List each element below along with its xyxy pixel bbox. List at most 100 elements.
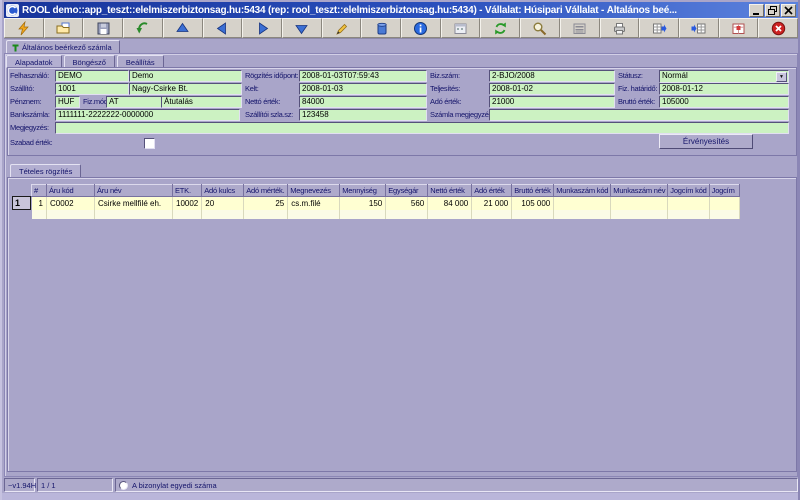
trash-icon [374,21,389,36]
status-dropdown[interactable]: Normál ▼ [659,70,789,83]
col-netto-ertek[interactable]: Nettó érték [428,185,472,197]
form-icon [12,44,19,52]
window-title: ROOL demo::app_teszt::elelmiszerbiztonsa… [22,5,748,16]
cell-munkaszam-nev [611,197,668,210]
tax-value-field[interactable]: 21000 [489,96,615,108]
tab-teteles-rogzites[interactable]: Tételes rögzítés [10,164,81,178]
toolbar-button-print[interactable] [600,18,640,38]
status-message-cell: A bizonylat egyedi száma [115,478,798,492]
due-date-field[interactable]: 2008-01-12 [659,83,789,95]
currency-label: Pénznem: [10,96,41,108]
supplier-invoice-no-field[interactable]: 123458 [299,109,427,121]
col-etk[interactable]: ETK. [173,185,202,197]
toolbar-button-save[interactable] [83,18,123,38]
validate-button[interactable]: Érvényesítés [659,134,753,149]
minimize-button[interactable] [749,4,764,17]
supplier-label: Szállító: [10,83,34,95]
col-munkaszam-nev[interactable]: Munkaszám név [611,185,668,197]
toolbar-button-edit[interactable] [322,18,362,38]
user-name-field[interactable]: Demo [129,70,242,82]
arrow-left-icon [215,21,230,36]
toolbar-button-refresh[interactable] [480,18,520,38]
cell-brutto-ertek: 105 000 [512,197,554,210]
invoice-comment-field[interactable] [489,109,789,121]
net-value-field[interactable]: 84000 [299,96,427,108]
toolbar-button-import-table[interactable] [679,18,719,38]
col-munkaszam-kod[interactable]: Munkaszám kód [554,185,611,197]
toolbar-button-stop[interactable] [758,18,798,38]
unique-number-radio[interactable] [119,481,128,490]
col-aru-kod[interactable]: Áru kód [47,185,95,197]
close-window-button[interactable] [781,4,796,17]
supplier-invoice-no-label: Szállítói szla.sz: [245,109,293,121]
col-ado-kulcs[interactable]: Adó kulcs [202,185,244,197]
items-table: # Áru kód Áru név ETK. Adó kulcs Adó mér… [31,184,740,219]
payment-mode-code-field[interactable]: AT [106,96,162,108]
version-text: ~v1.94H [4,478,35,492]
status-label: Státusz: [618,70,643,82]
table-update-icon [731,21,746,36]
col-aru-nev[interactable]: Áru név [95,185,173,197]
col-ado-ertek[interactable]: Adó érték [472,185,512,197]
toolbar-button-calendar[interactable] [441,18,481,38]
tax-value-label: Adó érték: [430,96,461,108]
row-header[interactable]: 1 [12,196,31,210]
user-code-field[interactable]: DEMO [55,70,129,82]
col-egysegar[interactable]: Egységár [386,185,428,197]
fulfillment-label: Teljesítés: [430,83,460,95]
supplier-name-field[interactable]: Nagy-Csirke Bt. [129,83,242,95]
main-tabstrip: Általános beérkező számla [6,40,120,54]
record-time-field[interactable]: 2008-01-03T07:59:43 [299,70,427,82]
toolbar-button-open-form[interactable] [44,18,84,38]
supplier-code-field[interactable]: 1001 [55,83,129,95]
cell-egysegar: 560 [386,197,428,210]
payment-mode-name-field[interactable]: Átutalás [161,96,242,108]
date-field[interactable]: 2008-01-03 [299,83,427,95]
toolbar-button-lightning[interactable] [4,18,44,38]
cell-ado-mertek: 25 [244,197,288,210]
gross-value-field[interactable]: 105000 [659,96,789,108]
restore-button[interactable] [765,4,780,17]
toolbar-button-info[interactable] [401,18,441,38]
cell-jogcim-kod [668,197,709,210]
bank-account-field[interactable]: 1111111-2222222-0000000 [55,109,240,121]
toolbar-button-last-record[interactable] [282,18,322,38]
toolbar-button-search[interactable] [520,18,560,38]
col-mennyiseg[interactable]: Mennyiség [340,185,386,197]
cell-ado-kulcs: 20 [202,197,244,210]
col-megnevezes[interactable]: Megnevezés [288,185,340,197]
free-value-checkbox[interactable] [144,138,155,149]
search-icon [532,21,547,36]
save-icon [96,21,111,36]
toolbar-button-table-update[interactable] [719,18,759,38]
toolbar-button-previous-record[interactable] [203,18,243,38]
app-icon [6,4,19,17]
stop-icon [771,21,786,36]
status-bar: ~v1.94H 1 / 1 A bizonylat egyedi száma [4,478,798,492]
comment-field[interactable] [55,122,789,134]
col-brutto-ertek[interactable]: Bruttó érték [512,185,554,197]
tab-general-incoming-invoice[interactable]: Általános beérkező számla [6,40,120,54]
toolbar-button-next-record[interactable] [242,18,282,38]
refresh-icon [493,21,508,36]
table-row[interactable]: 1 C0002 Csirke mellfilé eh. 10002 20 25 … [32,197,740,210]
currency-field[interactable]: HUF [55,96,80,108]
fulfillment-field[interactable]: 2008-01-02 [489,83,615,95]
col-jogcim[interactable]: Jogcím [709,185,739,197]
toolbar-button-first-record[interactable] [163,18,203,38]
chevron-down-icon[interactable]: ▼ [776,72,787,82]
col-index[interactable]: # [32,185,47,197]
window-bottom-edge [2,493,800,500]
unique-number-label: A bizonylat egyedi száma [132,481,217,490]
free-value-label: Szabad érték: [10,137,52,149]
bank-account-label: Bankszámla: [10,109,50,121]
toolbar-button-delete[interactable] [361,18,401,38]
col-ado-mertek[interactable]: Adó mérték. [244,185,288,197]
col-jogcim-kod[interactable]: Jogcím kód [668,185,709,197]
toolbar-button-revert[interactable] [123,18,163,38]
cell-jogcim [709,197,739,210]
record-time-label: Rögzítés időpont: [245,70,298,82]
doc-number-field[interactable]: 2-BJO/2008 [489,70,615,82]
toolbar-button-list[interactable] [560,18,600,38]
toolbar-button-export-table[interactable] [639,18,679,38]
